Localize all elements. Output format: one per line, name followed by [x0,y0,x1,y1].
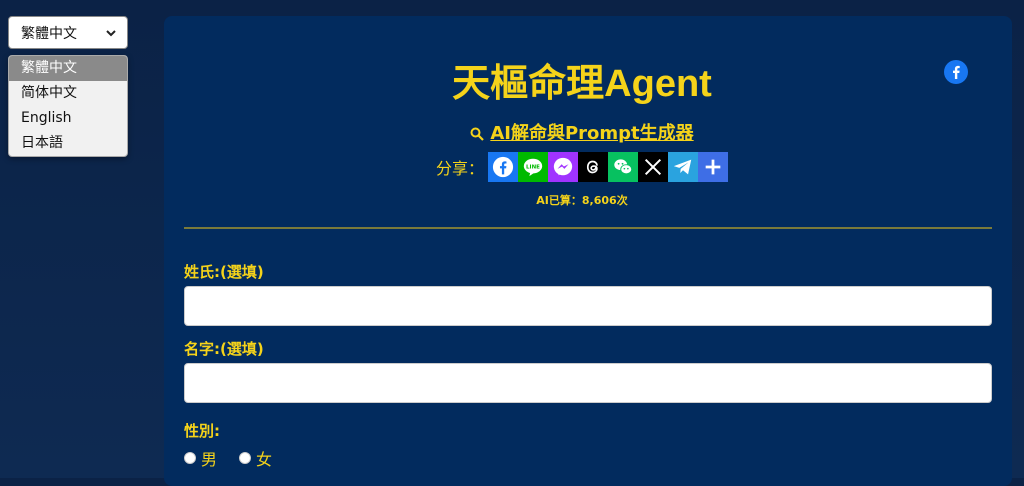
threads-icon [586,160,598,174]
line-icon: LINE [523,158,543,177]
page-title: 天樞命理Agent [452,63,712,105]
language-option-ja[interactable]: 日本語 [9,131,127,156]
gender-male-label: 男 [201,450,218,469]
language-option-zh-hant[interactable]: 繁體中文 [9,56,127,81]
gender-female-label: 女 [256,450,273,469]
gender-option-male[interactable]: 男 [184,446,217,470]
gender-label: 性別: [184,422,220,440]
facebook-icon [492,156,514,178]
subtitle-link[interactable]: AI解命與Prompt生成器 [164,122,1000,146]
gender-radio-group: 男 女 [184,446,294,470]
share-facebook-button[interactable] [488,152,518,182]
radio-male[interactable] [184,452,196,464]
name-input[interactable] [184,363,992,403]
share-more-button[interactable] [698,152,728,182]
surname-label: 姓氏:(選填) [184,263,264,281]
more-share-icon [705,159,721,175]
share-row: 分享： LINE [164,152,1000,182]
language-option-en[interactable]: English [9,106,127,131]
language-select-value: 繁體中文 [21,25,77,42]
share-label: 分享： [435,159,484,178]
share-messenger-button[interactable] [548,152,578,182]
divider [184,227,992,229]
svg-text:LINE: LINE [526,164,540,170]
main-card: 天樞命理Agent AI解命與Prompt生成器 分享： LINE AI已算：8… [164,16,1012,486]
wechat-icon [614,159,633,175]
language-option-zh-hans[interactable]: 简体中文 [9,81,127,106]
share-threads-button[interactable] [578,152,608,182]
name-label: 名字:(選填) [184,340,264,358]
search-icon [470,127,485,141]
share-wechat-button[interactable] [608,152,638,182]
language-dropdown-menu: 繁體中文 简体中文 English 日本語 [8,55,128,157]
share-line-button[interactable]: LINE [518,152,548,182]
subtitle-text: AI解命與Prompt生成器 [490,123,694,144]
surname-input[interactable] [184,286,992,326]
share-x-button[interactable] [638,152,668,182]
x-icon [644,158,662,176]
gender-option-female[interactable]: 女 [239,446,272,470]
language-select[interactable]: 繁體中文 [8,16,128,49]
calculation-count: AI已算：8,606次 [536,194,628,207]
telegram-icon [673,159,692,175]
messenger-icon [553,157,573,176]
chevron-down-icon [106,29,116,36]
radio-female[interactable] [239,452,252,464]
share-telegram-button[interactable] [668,152,698,182]
